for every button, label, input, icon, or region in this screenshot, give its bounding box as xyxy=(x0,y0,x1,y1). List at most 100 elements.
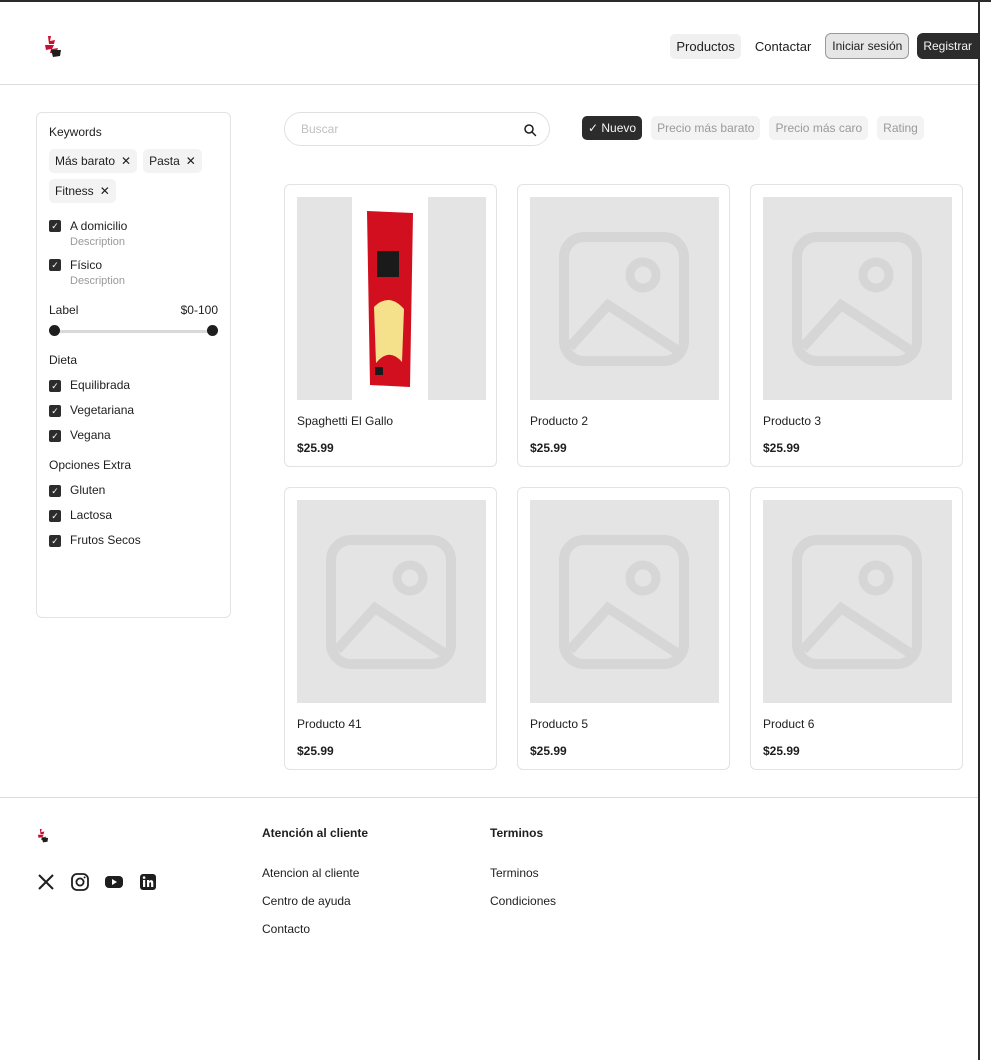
checkbox-checked-icon[interactable]: ✓ xyxy=(49,404,61,417)
product-price: $25.99 xyxy=(763,744,800,758)
checkbox-vegetariana[interactable]: ✓ Vegetariana xyxy=(49,403,218,417)
checkbox-checked-icon[interactable]: ✓ xyxy=(49,259,61,271)
checkbox-checked-icon[interactable]: ✓ xyxy=(49,509,61,522)
product-card[interactable]: Producto 41 $25.99 xyxy=(284,487,497,770)
check-icon: ✓ xyxy=(588,121,602,135)
checkbox-description: Description xyxy=(70,275,126,287)
checkbox-frutos-secos[interactable]: ✓ Frutos Secos xyxy=(49,533,218,547)
slider-track xyxy=(53,330,214,333)
product-name: Product 6 xyxy=(763,717,815,731)
product-card[interactable]: Product 6 $25.99 xyxy=(750,487,963,770)
image-placeholder-icon xyxy=(326,535,456,669)
range-label: Label xyxy=(49,303,79,317)
checkbox-label: Lactosa xyxy=(70,508,113,522)
instagram-icon[interactable] xyxy=(70,872,90,892)
checkbox-gluten[interactable]: ✓ Gluten xyxy=(49,483,218,497)
range-value: $0-100 xyxy=(180,303,218,317)
sort-precio-mas-caro[interactable]: Precio más caro xyxy=(769,116,869,140)
product-price: $25.99 xyxy=(530,744,567,758)
checkbox-description: Description xyxy=(70,236,126,248)
product-price: $25.99 xyxy=(297,744,334,758)
sort-nuevo[interactable]: ✓ Nuevo xyxy=(582,116,643,140)
tag-label: Fitness xyxy=(55,184,94,198)
tag-mas-barato: Más barato ✕ xyxy=(49,149,138,173)
footer-link-atencion[interactable]: Atencion al cliente xyxy=(262,866,368,880)
checkbox-checked-icon[interactable]: ✓ xyxy=(49,379,61,392)
product-card[interactable]: Producto 3 $25.99 xyxy=(750,184,963,467)
checkbox-label: Físico xyxy=(70,258,103,272)
footer-link-contacto[interactable]: Contacto xyxy=(262,922,368,936)
top-navbar: Productos Contactar Iniciar sesión Regis… xyxy=(0,2,978,85)
footer-brand-logo[interactable] xyxy=(36,828,50,844)
youtube-icon[interactable] xyxy=(104,872,124,892)
checkbox-label: Vegana xyxy=(70,428,111,442)
image-placeholder-icon xyxy=(792,232,922,366)
search-input[interactable] xyxy=(301,122,501,136)
footer-column-terminos: Terminos Terminos Condiciones xyxy=(490,826,556,908)
footer-column-title: Atención al cliente xyxy=(262,826,369,840)
product-image xyxy=(763,500,952,703)
diet-title: Dieta xyxy=(49,353,78,367)
page-footer: Atención al cliente Atencion al cliente … xyxy=(0,797,978,1060)
product-image xyxy=(297,500,486,703)
checkbox-checked-icon[interactable]: ✓ xyxy=(49,484,61,497)
product-card[interactable]: Spaghetti El Gallo $25.99 xyxy=(284,184,497,467)
login-button[interactable]: Iniciar sesión xyxy=(825,33,910,59)
remove-tag-icon[interactable]: ✕ xyxy=(121,154,131,168)
filter-sidebar: Keywords Más barato ✕ Pasta ✕ Fitness ✕ … xyxy=(36,112,231,618)
x-icon[interactable] xyxy=(36,872,56,892)
product-grid: Spaghetti El Gallo $25.99 Producto 2 $25… xyxy=(284,184,963,770)
image-placeholder-icon xyxy=(792,535,922,669)
product-price: $25.99 xyxy=(763,441,800,455)
product-name: Producto 5 xyxy=(530,717,589,731)
sort-rating[interactable]: Rating xyxy=(877,116,924,140)
checkbox-lactosa[interactable]: ✓ Lactosa xyxy=(49,508,218,522)
checkbox-checked-icon[interactable]: ✓ xyxy=(49,429,61,442)
slider-min-handle[interactable] xyxy=(49,325,60,336)
image-placeholder-icon xyxy=(559,232,689,366)
nav-productos[interactable]: Productos xyxy=(670,33,741,59)
footer-link-terminos[interactable]: Terminos xyxy=(490,866,556,880)
register-button[interactable]: Registrar xyxy=(917,33,978,59)
checkbox-fisico[interactable]: ✓ Físico Description xyxy=(49,258,218,287)
checkbox-vegana[interactable]: ✓ Vegana xyxy=(49,428,218,442)
search-bar xyxy=(284,112,550,146)
product-name: Producto 2 xyxy=(530,414,589,428)
spaghetti-package-image xyxy=(297,197,486,400)
linkedin-icon[interactable] xyxy=(138,872,158,892)
checkbox-a-domicilio[interactable]: ✓ A domicilio Description xyxy=(49,219,218,248)
product-card[interactable]: Producto 2 $25.99 xyxy=(517,184,730,467)
checkbox-checked-icon[interactable]: ✓ xyxy=(49,534,61,547)
footer-link-centro-ayuda[interactable]: Centro de ayuda xyxy=(262,894,368,908)
nav-contactar[interactable]: Contactar xyxy=(749,34,817,59)
checkbox-label: Frutos Secos xyxy=(70,533,141,547)
sort-options: ✓ Nuevo Precio más barato Precio más car… xyxy=(582,116,924,140)
product-price: $25.99 xyxy=(297,441,334,455)
price-range-header: Label $0-100 xyxy=(49,303,218,317)
product-card[interactable]: Producto 5 $25.99 xyxy=(517,487,730,770)
checkbox-label: Gluten xyxy=(70,483,106,497)
keywords-title: Keywords xyxy=(49,125,102,139)
product-image xyxy=(763,197,952,400)
product-name: Producto 41 xyxy=(297,717,362,731)
slider-max-handle[interactable] xyxy=(207,325,218,336)
remove-tag-icon[interactable]: ✕ xyxy=(100,184,110,198)
tag-label: Pasta xyxy=(149,154,180,168)
footer-column-title: Terminos xyxy=(490,826,544,840)
footer-column-atencion: Atención al cliente Atencion al cliente … xyxy=(262,826,368,936)
checkbox-checked-icon[interactable]: ✓ xyxy=(49,220,61,232)
checkbox-equilibrada[interactable]: ✓ Equilibrada xyxy=(49,378,218,392)
brand-logo[interactable] xyxy=(42,35,64,59)
product-name: Producto 3 xyxy=(763,414,822,428)
social-links xyxy=(36,872,158,892)
product-image xyxy=(530,197,719,400)
search-icon[interactable] xyxy=(523,123,537,137)
product-name: Spaghetti El Gallo xyxy=(297,414,394,428)
product-price: $25.99 xyxy=(530,441,567,455)
price-range-slider[interactable] xyxy=(49,325,218,337)
footer-link-condiciones[interactable]: Condiciones xyxy=(490,894,556,908)
checkbox-label: Vegetariana xyxy=(70,403,135,417)
sort-precio-mas-barato[interactable]: Precio más barato xyxy=(651,116,761,140)
remove-tag-icon[interactable]: ✕ xyxy=(186,154,196,168)
tag-label: Más barato xyxy=(55,154,116,168)
